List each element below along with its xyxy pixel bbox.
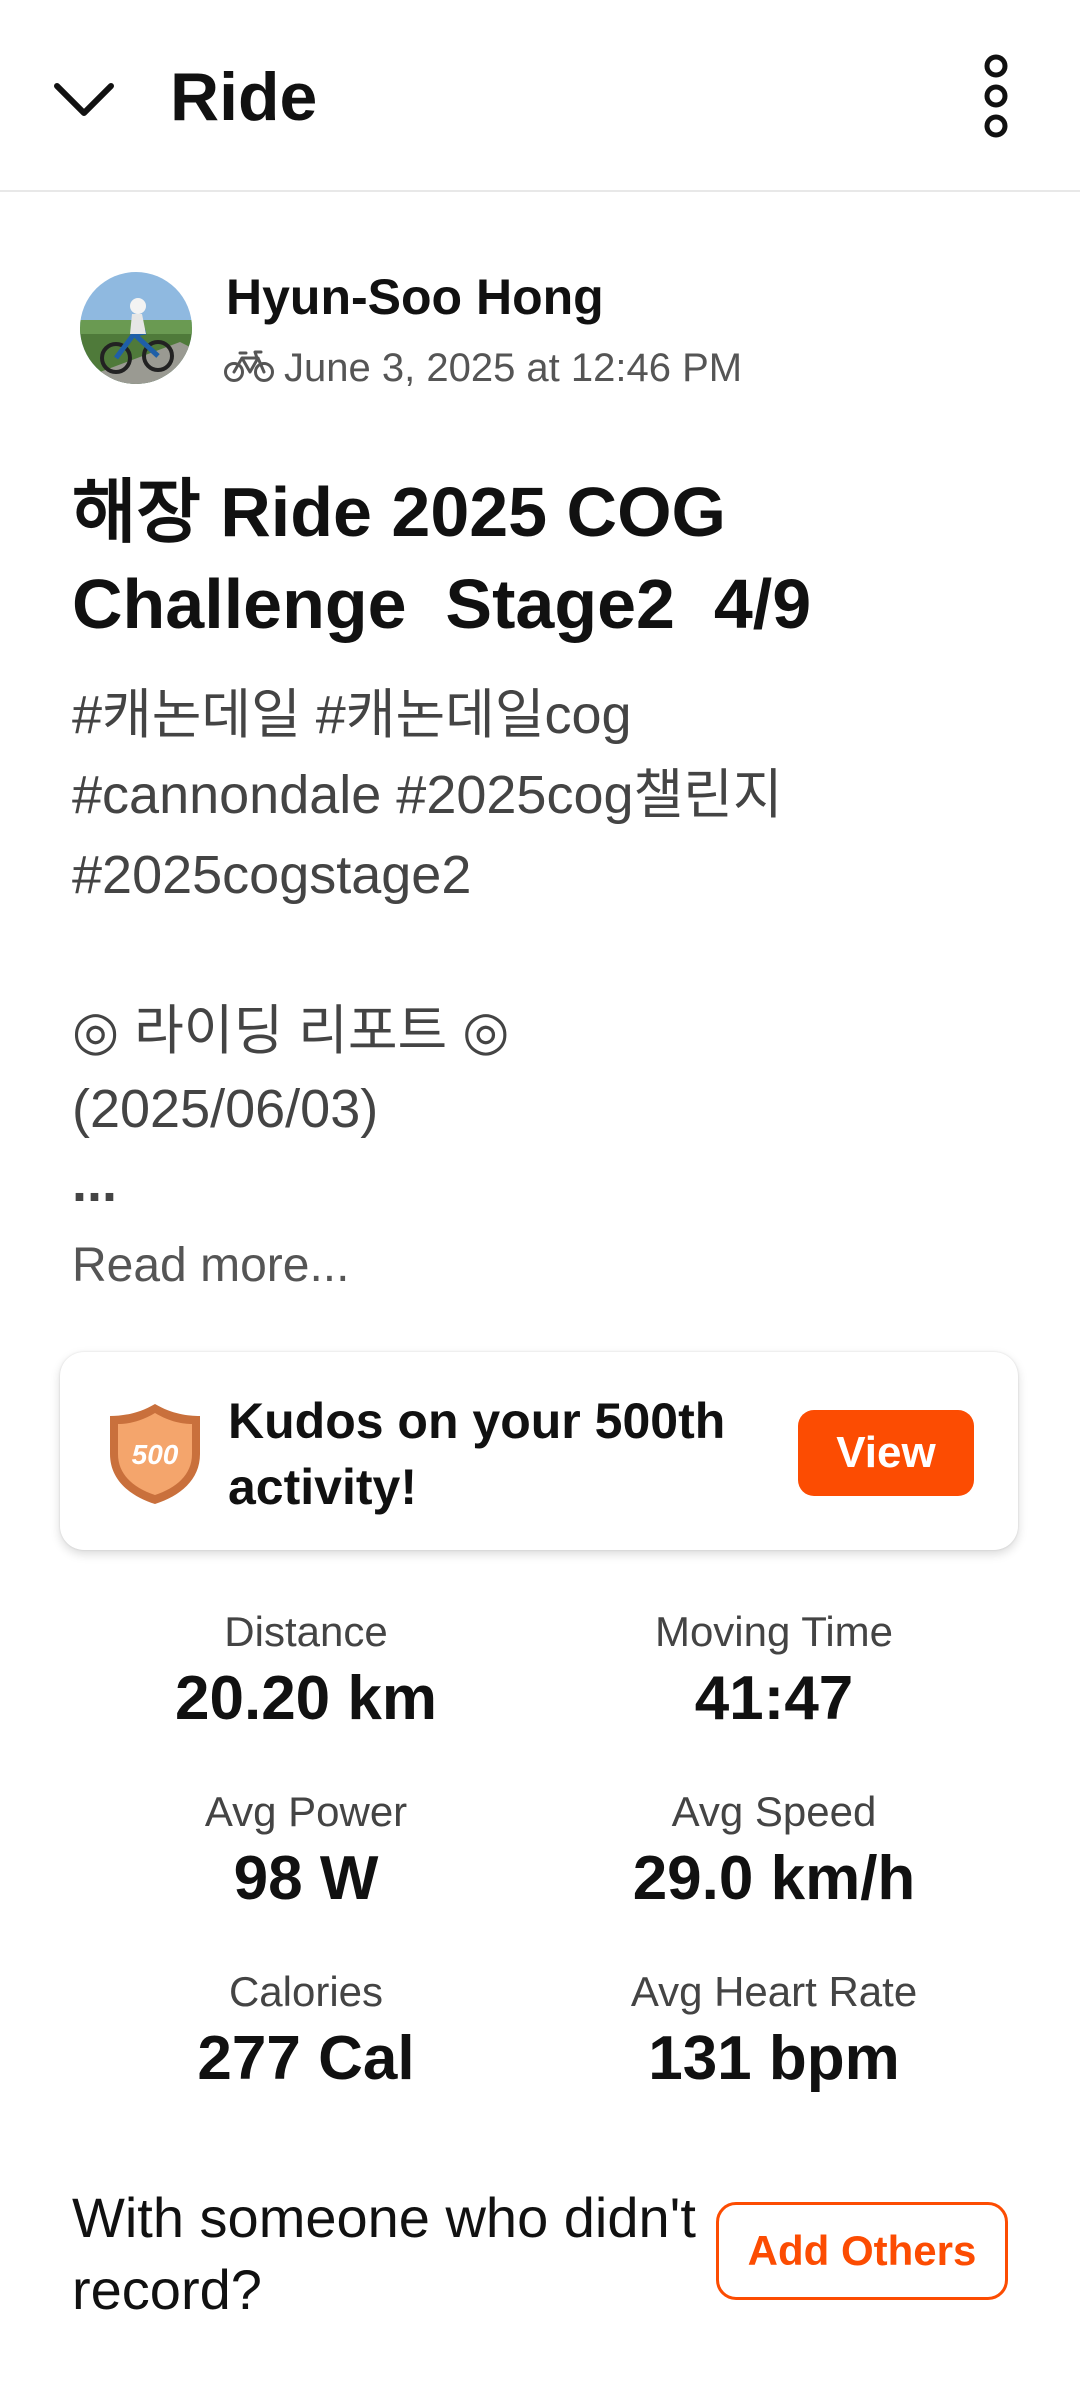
read-more-link[interactable]: Read more... (72, 1238, 349, 1293)
stat-value: 131 bpm (648, 2024, 900, 2093)
stat-avg-heart-rate: Avg Heart Rate 131 bpm (534, 1964, 1014, 2098)
athlete-name[interactable]: Hyun-Soo Hong (226, 268, 604, 326)
stat-label: Distance (224, 1608, 388, 1655)
top-app-bar: Ride (0, 0, 1080, 192)
activity-date: June 3, 2025 at 12:46 PM (284, 345, 743, 390)
stat-moving-time: Moving Time 41:47 (534, 1604, 1014, 1738)
stat-label: Avg Power (204, 1788, 408, 1835)
more-vertical-icon[interactable] (960, 52, 1032, 140)
stat-label: Avg Heart Rate (630, 1968, 918, 2015)
stat-label: Moving Time (654, 1608, 894, 1655)
bike-icon (224, 348, 274, 389)
badge-text: 500 (132, 1439, 179, 1470)
stat-value: 41:47 (694, 1664, 854, 1733)
activity-meta: June 3, 2025 at 12:46 PM (224, 340, 742, 396)
milestone-badge-icon: 500 (102, 1400, 208, 1506)
add-others-button[interactable]: Add Others (716, 2202, 1008, 2300)
description-line: #2025cogstage2 (72, 845, 472, 905)
stat-value: 98 W (233, 1844, 379, 1913)
view-button[interactable]: View (798, 1410, 974, 1496)
avatar[interactable] (80, 272, 192, 384)
stat-value: 20.20 km (175, 1664, 437, 1733)
stat-label: Avg Speed (671, 1788, 877, 1835)
description-line: ◎ 라이딩 리포트 ◎ (72, 1001, 510, 1061)
stat-calories: Calories 277 Cal (66, 1964, 546, 2098)
description-line: (2025/06/03) (72, 1079, 379, 1139)
screen-title: Ride (170, 59, 318, 135)
stat-distance: Distance 20.20 km (66, 1604, 546, 1738)
description-line: #cannondale #2025cog챌린지 (72, 765, 783, 825)
stat-avg-power: Avg Power 98 W (66, 1784, 546, 1918)
add-others-prompt: With someone who didn't record? (72, 2186, 696, 2321)
stat-value: 29.0 km/h (632, 1844, 916, 1913)
stat-label: Calories (228, 1968, 384, 2015)
chevron-down-icon[interactable] (44, 60, 124, 140)
activity-title: 해장 Ride 2025 COG Challenge Stage2 4/9 (72, 473, 812, 643)
kudos-message: Kudos on your 500th activity! (228, 1393, 726, 1515)
stat-value: 277 Cal (197, 2024, 415, 2093)
stat-avg-speed: Avg Speed 29.0 km/h (534, 1784, 1014, 1918)
kudos-card: 500 Kudos on your 500th activity! View (60, 1352, 1018, 1550)
description-ellipsis: ... (72, 1153, 118, 1213)
description-line: #캐논데일 #캐논데일cog (72, 685, 632, 745)
